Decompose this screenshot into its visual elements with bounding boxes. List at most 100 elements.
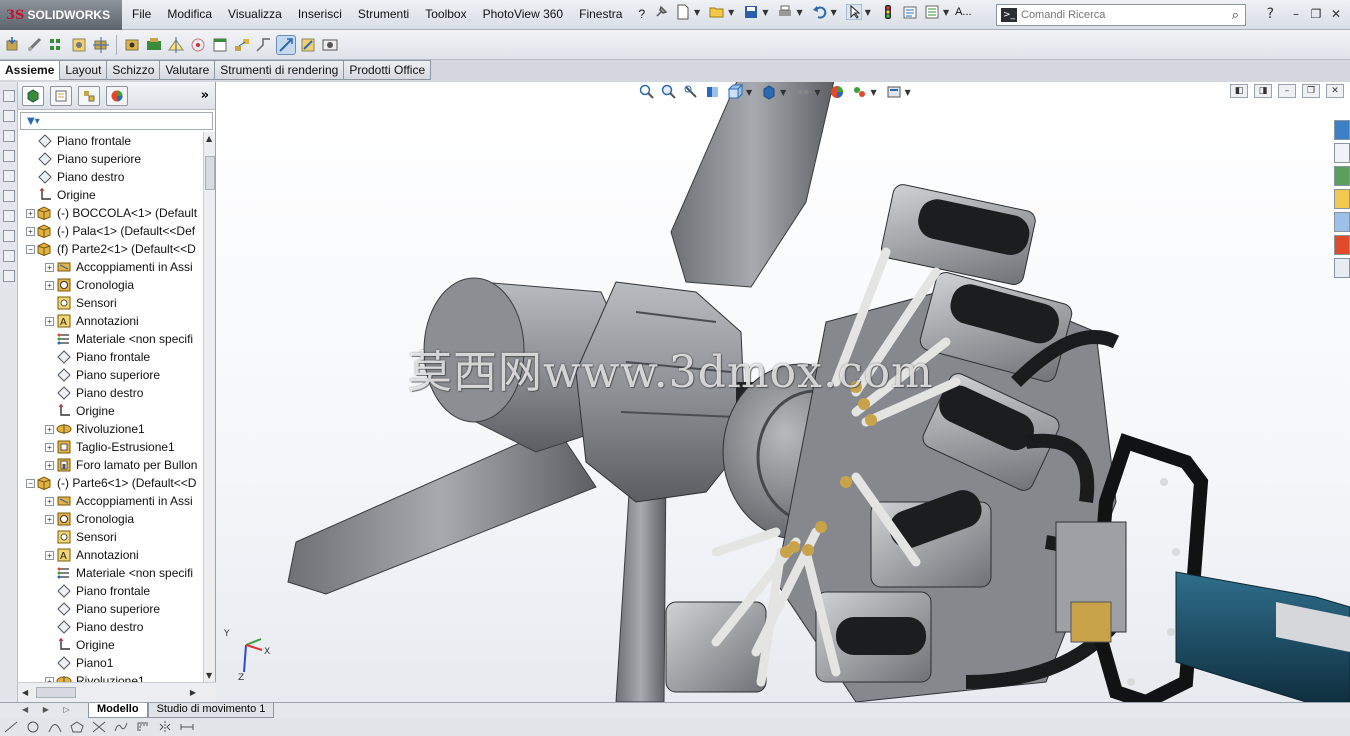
new-document-icon[interactable] <box>675 4 691 20</box>
scroll-down-icon[interactable]: ▼ <box>206 671 212 680</box>
tree-item[interactable]: − (-) Parte6<1> (Default<<D <box>18 474 204 492</box>
restore-button[interactable]: ❐ <box>1306 5 1326 23</box>
search-input[interactable] <box>1021 9 1232 21</box>
expand-icon[interactable]: + <box>45 316 54 326</box>
expand-icon[interactable]: + <box>45 262 54 272</box>
chevron-down-icon[interactable]: ▼ <box>728 8 734 17</box>
take-snapshot-icon[interactable] <box>321 36 339 54</box>
doc-close-button[interactable]: ✕ <box>1326 84 1344 98</box>
linear-pattern-icon[interactable] <box>48 36 66 54</box>
smart-fasteners-icon[interactable] <box>70 36 88 54</box>
tree-item[interactable]: Piano superiore <box>18 366 204 384</box>
close-button[interactable]: ✕ <box>1326 5 1346 23</box>
hide-show-items-icon[interactable] <box>795 84 811 100</box>
configuration-manager-tab[interactable] <box>78 85 100 106</box>
scroll-right-icon[interactable]: ▶ <box>190 688 196 697</box>
collapse-icon[interactable]: − <box>26 478 35 488</box>
custom-properties-icon[interactable] <box>1334 258 1350 278</box>
tab-office[interactable]: Prodotti Office <box>344 60 432 80</box>
assembly-features-icon[interactable] <box>145 36 163 54</box>
tree-item[interactable]: Materiale <non specifi <box>18 330 204 348</box>
tree-item[interactable]: + (-) BOCCOLA<1> (Default <box>18 204 204 222</box>
tile-left-button[interactable]: ◧ <box>1230 84 1248 98</box>
show-hidden-components-icon[interactable] <box>123 36 141 54</box>
view-box-icon[interactable] <box>3 150 15 162</box>
tree-item[interactable]: + Cronologia <box>18 510 204 528</box>
scrollbar-thumb[interactable] <box>36 687 76 698</box>
tree-item[interactable]: Piano frontale <box>18 582 204 600</box>
menu-overflow[interactable]: A... <box>955 6 972 18</box>
polygon-tool-icon[interactable] <box>70 721 84 733</box>
doc-minimize-button[interactable]: – <box>1278 84 1296 98</box>
file-properties-icon[interactable] <box>902 4 918 20</box>
expand-icon[interactable]: + <box>45 496 54 506</box>
display-style-icon[interactable] <box>761 84 777 100</box>
chevron-down-icon[interactable]: ▼ <box>943 8 949 17</box>
view-box-icon[interactable] <box>3 130 15 142</box>
bill-of-materials-icon[interactable] <box>211 36 229 54</box>
tree-item[interactable]: + Rivoluzione1 <box>18 672 204 682</box>
filter-icon[interactable]: ▼▾ <box>27 116 40 127</box>
chevron-down-icon[interactable]: ▼ <box>796 8 802 17</box>
scroll-left-icon[interactable]: ◀ <box>22 688 28 697</box>
mate-icon[interactable] <box>26 36 44 54</box>
appearances-icon[interactable] <box>1334 235 1350 255</box>
tree-item[interactable]: Piano destro <box>18 618 204 636</box>
chevron-down-icon[interactable]: ▼ <box>762 8 768 17</box>
tab-modello[interactable]: Modello <box>88 703 148 718</box>
zoom-to-fit-icon[interactable] <box>639 84 655 100</box>
edit-appearance-icon[interactable] <box>829 84 845 100</box>
tree-vertical-scrollbar[interactable]: ▲ ▼ <box>203 132 215 682</box>
previous-view-icon[interactable] <box>683 84 699 100</box>
design-library-icon[interactable] <box>1334 166 1350 186</box>
expand-icon[interactable]: + <box>45 280 54 290</box>
tab-assieme[interactable]: Assieme <box>0 60 61 80</box>
expand-panel-icon[interactable]: » <box>201 88 209 103</box>
collapse-icon[interactable]: − <box>26 244 35 254</box>
print-icon[interactable] <box>777 4 793 20</box>
tree-item[interactable]: Sensori <box>18 528 204 546</box>
tree-item[interactable]: Piano frontale <box>18 348 204 366</box>
menu-modifica[interactable]: Modifica <box>167 7 212 21</box>
tab-motion-study[interactable]: Studio di movimento 1 <box>147 703 275 718</box>
tile-right-button[interactable]: ◨ <box>1254 84 1272 98</box>
tree-item[interactable]: + Taglio-Estrusione1 <box>18 438 204 456</box>
chevron-down-icon[interactable]: ▼ <box>814 88 820 97</box>
help-icon[interactable]: ? <box>1267 6 1274 22</box>
propeller-blade-left[interactable] <box>287 426 597 595</box>
tree-item[interactable]: Sensori <box>18 294 204 312</box>
file-explorer-icon[interactable] <box>1334 189 1350 209</box>
expand-icon[interactable]: + <box>45 442 54 452</box>
dimension-tool-icon[interactable] <box>180 721 194 733</box>
trim-tool-icon[interactable] <box>92 721 106 733</box>
tree-item[interactable]: + Accoppiamenti in Assi <box>18 492 204 510</box>
menu-finestra[interactable]: Finestra <box>579 7 622 21</box>
search-icon[interactable]: ⌕ <box>1232 8 1239 23</box>
chevron-down-icon[interactable]: ▼ <box>694 8 700 17</box>
pin-icon[interactable] <box>653 4 669 20</box>
rebuild-traffic-light-icon[interactable] <box>880 4 896 20</box>
spline-tool-icon[interactable] <box>114 721 128 733</box>
view-box-icon[interactable] <box>3 110 15 122</box>
menu-strumenti[interactable]: Strumenti <box>358 7 409 21</box>
undo-icon[interactable] <box>812 4 828 20</box>
doc-restore-button[interactable]: ❐ <box>1302 84 1320 98</box>
tree-item[interactable]: Piano1 <box>18 654 204 672</box>
scrollbar-thumb[interactable] <box>205 156 215 190</box>
chevron-down-icon[interactable]: ▼ <box>831 8 837 17</box>
tree-item[interactable]: + A Annotazioni <box>18 546 204 564</box>
tab-schizzo[interactable]: Schizzo <box>107 60 161 80</box>
tree-filter[interactable]: ▼▾ <box>20 112 213 130</box>
insert-component-icon[interactable] <box>4 36 22 54</box>
chevron-down-icon[interactable]: ▼ <box>865 8 871 17</box>
cylinder-top-1[interactable] <box>880 183 1037 287</box>
tree-item[interactable]: + (-) Pala<1> (Default<<Def <box>18 222 204 240</box>
propeller-blade-top[interactable] <box>670 82 836 288</box>
tree-item[interactable]: + A Annotazioni <box>18 312 204 330</box>
view-box-icon[interactable] <box>3 170 15 182</box>
view-box-icon[interactable] <box>3 190 15 202</box>
tree-item[interactable]: Piano destro <box>18 384 204 402</box>
instant3d-icon[interactable] <box>276 34 296 55</box>
graphics-viewport[interactable]: Y X Z ▼ ▼ ▼ ▼ ▼ ◧ ◨ – ❐ ✕ 莫西网www.3dmox.c… <box>216 82 1350 702</box>
tree-item[interactable]: Piano frontale <box>18 132 204 150</box>
